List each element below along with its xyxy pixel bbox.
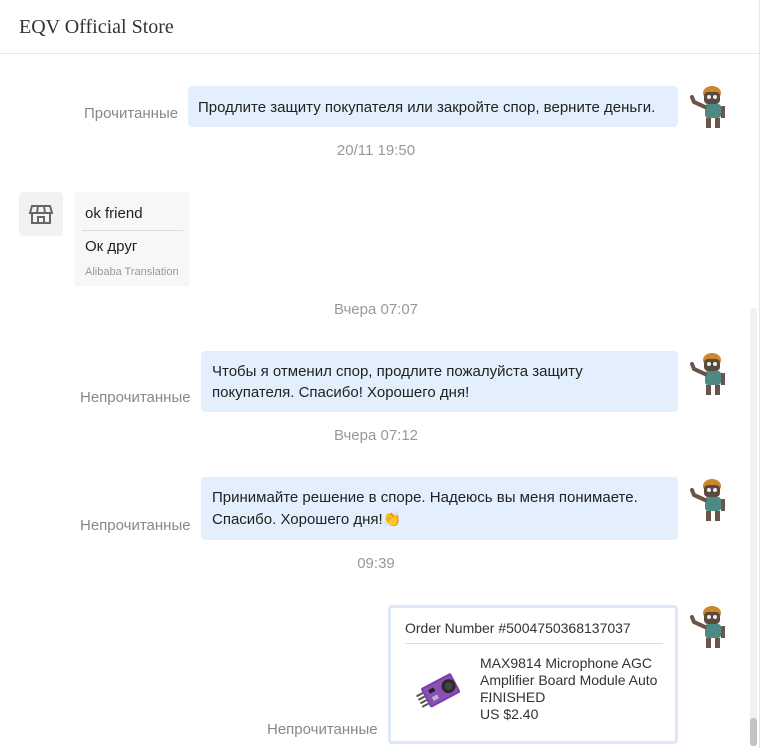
chat-window: EQV Official Store Прочитанные Продлите … <box>0 0 760 748</box>
message-bubble: Принимайте решение в споре. Надеюсь вы м… <box>201 477 678 540</box>
product-price: US $2.40 <box>480 706 539 722</box>
scrollbar-track-light <box>750 308 757 746</box>
timestamp: 20/11 19:50 <box>336 142 416 159</box>
robot-avatar-icon <box>688 477 732 523</box>
translated-text: Ок друг <box>85 238 138 255</box>
microphone-module-image <box>413 661 469 717</box>
timestamp: 09:39 <box>357 555 395 572</box>
order-number: Order Number #5004750368137037 <box>405 620 631 636</box>
unread-status: Непрочитанные <box>267 721 378 738</box>
message-text: Принимайте решение в споре. Надеюсь вы м… <box>212 489 638 528</box>
chat-header: EQV Official Store <box>0 0 759 54</box>
store-icon <box>28 205 54 224</box>
robot-avatar-icon <box>688 351 732 397</box>
unread-status: Непрочитанные <box>80 389 191 406</box>
original-text: ok friend <box>85 205 143 222</box>
read-status: Прочитанные <box>84 105 179 122</box>
message-bubble: Продлите защиту покупателя или закройте … <box>188 86 678 127</box>
unread-status: Непрочитанные <box>80 517 191 534</box>
order-card[interactable]: Order Number #5004750368137037 MAX9814 M… <box>388 605 678 744</box>
translation-provider: Alibaba Translation <box>85 266 179 278</box>
order-divider <box>405 643 663 644</box>
robot-avatar-icon <box>688 604 732 650</box>
store-avatar <box>19 192 63 236</box>
order-status: FINISHED <box>480 689 546 705</box>
robot-avatar-icon <box>688 84 732 130</box>
message-text: Чтобы я отменил спор, продлите пожалуйст… <box>212 363 583 401</box>
incoming-message: ok friend Ок друг Alibaba Translation <box>74 192 190 286</box>
message-bubble: Чтобы я отменил спор, продлите пожалуйст… <box>201 351 678 412</box>
store-name: EQV Official Store <box>19 16 174 38</box>
scrollbar-thumb[interactable] <box>750 718 757 746</box>
timestamp: Вчера 07:07 <box>333 301 419 318</box>
message-text: Продлите защиту покупателя или закройте … <box>198 99 656 116</box>
translation-divider <box>82 230 183 231</box>
timestamp: Вчера 07:12 <box>333 427 419 444</box>
